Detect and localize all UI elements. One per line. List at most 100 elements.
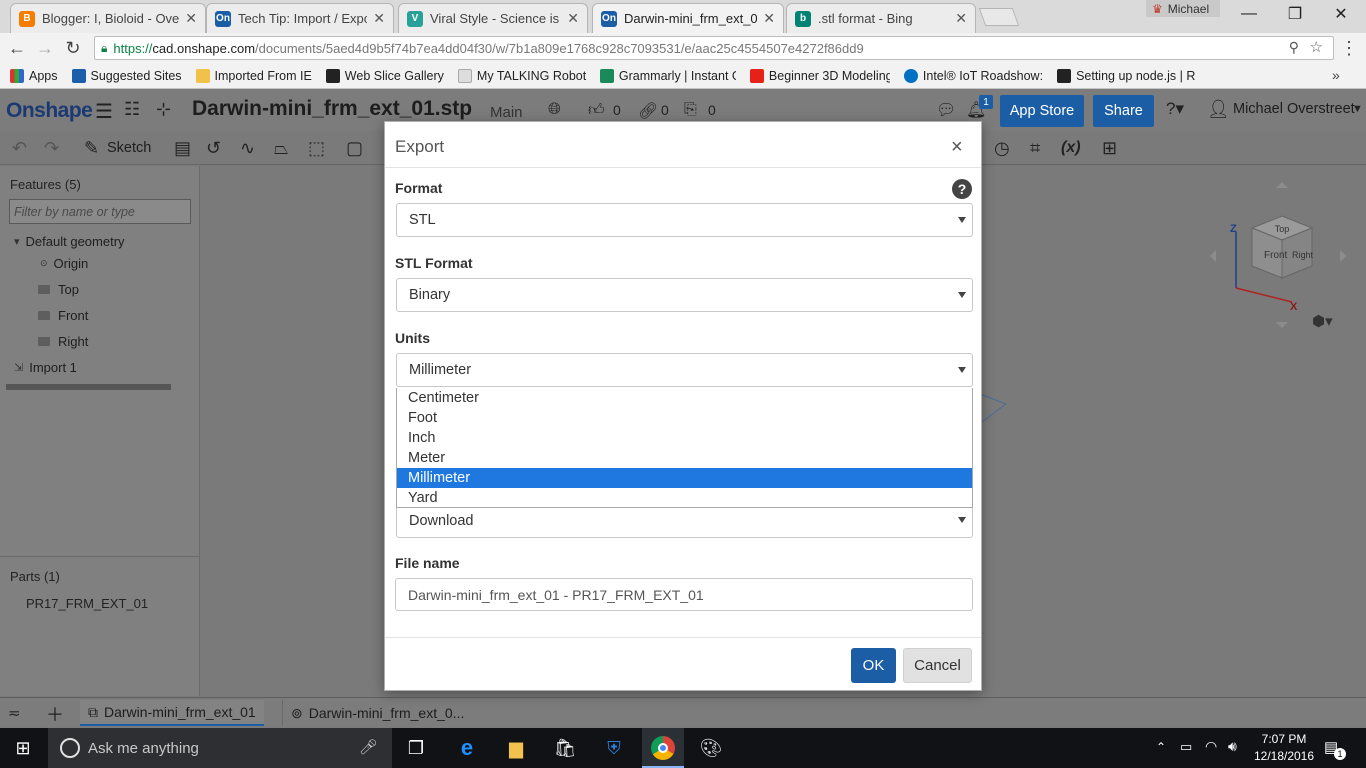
reload-icon[interactable]: ↻ [62,37,84,59]
tree-item-import[interactable]: ⇲ Import 1 [14,360,77,375]
units-option-millimeter[interactable]: Millimeter [397,468,972,488]
tree-item-front[interactable]: Front [38,308,88,323]
wifi-icon[interactable]: ◠ [1205,738,1217,755]
measure-icon[interactable]: ⌗ [1030,138,1040,159]
redo-icon[interactable]: ↷ [44,138,59,159]
close-tab-icon[interactable]: ✕ [763,10,775,27]
units-option-yard[interactable]: Yard [397,488,972,508]
browser-tab[interactable]: V Viral Style - Science is no ✕ [398,3,588,33]
task-view-icon[interactable]: ❐ [403,736,429,760]
revolve-icon[interactable]: ↺ [206,138,221,159]
rollback-bar[interactable] [6,384,171,390]
sketch-pencil-icon[interactable]: ✎ [84,138,99,159]
hamburger-menu-icon[interactable]: ☰ [95,99,113,124]
bookmark-item[interactable]: Beginner 3D Modeling [749,68,890,83]
share-button[interactable]: Share [1093,95,1154,127]
globe-icon[interactable]: 🌐︎ [548,101,561,119]
close-tab-icon[interactable]: ✕ [567,10,579,27]
cortana-search-box[interactable]: Ask me anything 🎤︎ [48,728,392,768]
undo-icon[interactable]: ↶ [12,138,27,159]
sweep-icon[interactable]: ∿ [240,138,255,159]
thicken-icon[interactable]: ⬚ [308,138,325,159]
battery-icon[interactable]: ▭ [1180,739,1192,755]
bookmark-item[interactable]: Intel® IoT Roadshow: [903,68,1043,83]
close-tab-icon[interactable]: ✕ [185,10,197,27]
bookmark-apps[interactable]: Apps [10,68,58,83]
view-cube[interactable]: Top Front Right Z X [1208,180,1348,330]
close-icon[interactable]: × [951,136,963,159]
browser-tab-active[interactable]: On Darwin-mini_frm_ext_01.s ✕ [592,3,784,33]
stl-format-select[interactable]: Binary [396,278,973,312]
part-list-item[interactable]: PR17_FRM_EXT_01 [26,596,148,611]
show-hidden-icons-icon[interactable]: ⌃ [1156,740,1166,754]
help-icon[interactable]: ? [952,179,972,199]
tree-item-default-geometry[interactable]: ▾ Default geometry [14,234,125,249]
bookmark-item[interactable]: Suggested Sites [71,68,182,83]
more-bookmarks-icon[interactable]: » [1332,67,1340,83]
mate-connector-icon[interactable]: ◷ [994,138,1010,159]
loft-icon[interactable]: ⏢ [274,138,288,159]
bookmark-item[interactable]: Setting up node.js | Ra [1057,68,1195,83]
paint-icon[interactable]: 🎨︎ [698,736,724,760]
edge-icon[interactable]: e [454,735,480,760]
bookmark-item[interactable]: Grammarly | Instant G [599,68,736,83]
back-icon[interactable]: ← [6,37,28,59]
branch-name[interactable]: Main [490,104,523,121]
units-option-foot[interactable]: Foot [397,408,972,428]
extrude-icon[interactable]: ▤ [174,138,191,159]
restore-icon[interactable]: ❐ [1272,0,1318,28]
link-icon[interactable]: 🔗︎ [638,101,658,121]
app-store-button[interactable]: App Store [1000,95,1084,127]
units-option-meter[interactable]: Meter [397,448,972,468]
add-custom-feature-icon[interactable]: ⊞ [1102,138,1117,159]
chrome-taskbar-button[interactable] [642,728,684,768]
microphone-icon[interactable]: 🎤︎ [359,738,378,756]
document-title[interactable]: Darwin-mini_frm_ext_01.stp [192,97,472,121]
tab-assembly[interactable]: ⊚ Darwin-mini_frm_ext_0... [282,700,472,726]
store-icon[interactable]: 🛍︎ [552,736,578,760]
sketch-button[interactable]: Sketch [107,140,151,156]
rotate-up-icon[interactable] [1276,182,1288,188]
units-option-inch[interactable]: Inch [397,428,972,448]
defender-icon[interactable]: ⛨ [601,736,627,760]
browser-tab[interactable]: On Tech Tip: Import / Export ✕ [206,3,394,33]
browser-tab[interactable]: B Blogger: I, Bioloid - Over ✕ [10,3,206,33]
clock[interactable]: 7:07 PM 12/18/2016 [1252,731,1316,765]
user-avatar-icon[interactable]: 👤︎ [1207,99,1230,120]
tab-part-studio[interactable]: ⧉ Darwin-mini_frm_ext_01 [80,700,264,726]
close-tab-icon[interactable]: ✕ [373,10,385,27]
copy-icon[interactable]: ⎘ [684,101,697,119]
format-select[interactable]: STL [396,203,973,237]
forward-icon[interactable]: → [34,37,56,59]
tree-item-top[interactable]: Top [38,282,79,297]
comments-icon[interactable]: 💬︎ [936,100,956,120]
variable-button[interactable]: (x) [1061,139,1081,157]
chrome-menu-icon[interactable]: ⋮ [1338,37,1360,59]
units-select[interactable]: Millimeter [396,353,973,387]
user-name[interactable]: Michael Overstreet [1233,101,1355,117]
help-menu-icon[interactable]: ?▾ [1166,99,1184,119]
tree-item-origin[interactable]: ⊙ Origin [40,256,88,271]
browser-tab[interactable]: b .stl format - Bing ✕ [786,3,976,33]
new-tab-button[interactable] [978,8,1020,26]
close-window-icon[interactable]: ✕ [1318,0,1364,28]
rotate-right-icon[interactable] [1340,250,1346,262]
cancel-button[interactable]: Cancel [903,648,972,683]
file-name-input[interactable]: Darwin-mini_frm_ext_01 - PR17_FRM_EXT_01 [395,578,973,611]
add-tab-icon[interactable]: ＋ [46,701,64,727]
tree-item-right[interactable]: Right [38,334,88,349]
view-options-icon[interactable]: ⬢▾ [1312,312,1333,330]
feature-list-icon[interactable]: ☷ [124,99,140,120]
tab-list-icon[interactable]: ≂ [8,704,21,722]
file-explorer-icon[interactable]: ▆ [503,736,529,760]
insert-icon[interactable]: ⊹ [156,99,171,120]
bookmark-item[interactable]: My TALKING Robot, Le [457,68,586,83]
destination-select[interactable]: Download [396,503,973,538]
bookmark-item[interactable]: Web Slice Gallery [325,68,444,83]
ok-button[interactable]: OK [851,648,896,683]
rotate-down-icon[interactable] [1276,322,1288,328]
rotate-left-icon[interactable] [1210,250,1216,262]
pin-icon[interactable]: ⚲ [1289,39,1299,56]
feature-filter-input[interactable]: Filter by name or type [9,199,191,224]
onshape-logo[interactable]: Onshape [6,99,93,123]
